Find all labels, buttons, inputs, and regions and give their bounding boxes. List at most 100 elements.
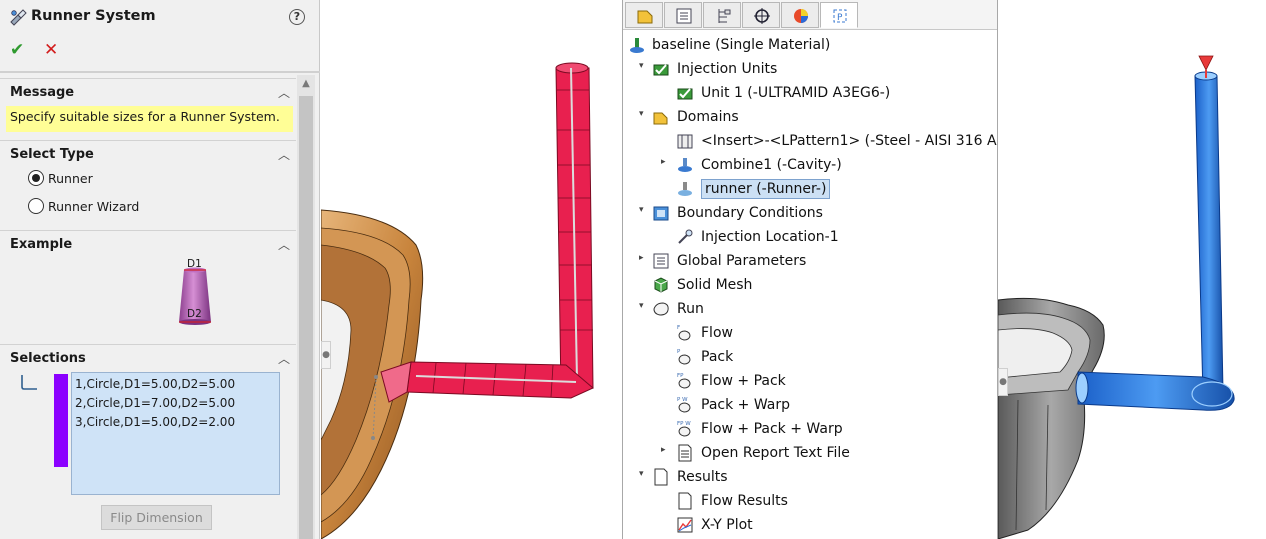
chevron-up-icon[interactable]: ︿ xyxy=(278,84,290,101)
crosshair-icon xyxy=(754,8,770,24)
runner-radio-label[interactable]: Runner xyxy=(48,171,93,186)
example-header[interactable]: Example ︿ xyxy=(0,230,296,256)
run-badge: P W xyxy=(677,397,688,403)
manager-tabs: P xyxy=(623,0,997,30)
ok-button[interactable]: ✔ xyxy=(10,40,24,60)
expand-arrow-icon[interactable]: ▸ xyxy=(661,157,671,167)
tree-node-label: Open Report Text File xyxy=(701,445,850,461)
tree-node-label: Flow + Pack + Warp xyxy=(701,421,843,437)
plastics-tab-icon: P xyxy=(833,9,847,23)
results-icon xyxy=(654,468,668,486)
feature-tree-panel: P baseline (Single Material) ▾ Injection … xyxy=(622,0,998,539)
collapse-arrow-icon[interactable]: ▾ xyxy=(639,109,649,119)
runner-wizard-radio-label[interactable]: Runner Wizard xyxy=(48,199,139,214)
tree-node-label: Boundary Conditions xyxy=(677,205,823,221)
d1-label: D1 xyxy=(187,258,202,270)
tab-dimxpert[interactable] xyxy=(742,2,780,28)
tab-plastics[interactable]: P xyxy=(820,2,858,28)
tab-configuration-manager[interactable] xyxy=(703,2,741,28)
svg-text:P: P xyxy=(837,13,843,23)
chevron-up-icon[interactable]: ︿ xyxy=(278,236,290,253)
left-3d-model xyxy=(321,62,594,539)
run-badge: FP xyxy=(677,373,684,379)
tree-node-label: Solid Mesh xyxy=(677,277,753,293)
tree-node-label: Global Parameters xyxy=(677,253,807,269)
property-manager: Runner System ? ✔ ✕ ▲ Message ︿ Specify … xyxy=(0,0,320,539)
boundary-conditions-icon xyxy=(653,206,669,221)
study-tab-icon xyxy=(637,10,653,24)
tree-node-label: X-Y Plot xyxy=(701,517,753,533)
right-3d-model xyxy=(998,55,1235,539)
cancel-button[interactable]: ✕ xyxy=(44,40,58,60)
insert-icon xyxy=(677,134,693,149)
selections-header[interactable]: Selections ︿ xyxy=(0,344,296,370)
divider xyxy=(0,71,320,73)
flip-dimension-button[interactable]: Flip Dimension xyxy=(101,505,212,530)
injection-units-icon xyxy=(653,64,669,76)
selection-color-swatch[interactable] xyxy=(54,374,68,467)
tree-node-label: Unit 1 (-ULTRAMID A3EG6-) xyxy=(701,85,891,101)
selections-heading: Selections xyxy=(10,351,86,366)
graphics-viewport-right[interactable]: ● xyxy=(998,0,1266,539)
expand-arrow-icon[interactable]: ▸ xyxy=(661,445,671,455)
tab-property-manager[interactable] xyxy=(664,2,702,28)
message-text: Specify suitable sizes for a Runner Syst… xyxy=(6,106,293,132)
tree-node-label: Pack + Warp xyxy=(701,397,790,413)
run-badge: F xyxy=(677,325,680,331)
run-icon xyxy=(653,302,669,316)
collapse-panel-handle[interactable]: ● xyxy=(321,341,331,369)
tree-node-label: Injection Location-1 xyxy=(701,229,839,245)
collapse-arrow-icon[interactable]: ▾ xyxy=(639,301,649,311)
chevron-up-icon[interactable]: ︿ xyxy=(278,146,290,163)
tree-node-label: Flow xyxy=(701,325,733,341)
runner-system-icon xyxy=(10,9,27,26)
collapse-arrow-icon[interactable]: ▾ xyxy=(639,205,649,215)
pack-warp-icon: P W xyxy=(677,397,691,413)
scroll-up-arrow-icon[interactable]: ▲ xyxy=(297,75,315,93)
appearance-icon xyxy=(794,9,808,23)
chevron-up-icon[interactable]: ︿ xyxy=(278,350,290,367)
scrollbar-thumb[interactable] xyxy=(299,96,313,539)
collapse-panel-handle[interactable]: ● xyxy=(998,368,1008,396)
tree-node-label: Flow Results xyxy=(701,493,788,509)
pack-icon: P xyxy=(677,349,691,365)
tree-node-label: Run xyxy=(677,301,704,317)
run-badge: FP W xyxy=(677,421,691,427)
property-manager-tab-icon xyxy=(676,8,692,24)
list-item[interactable]: 1,Circle,D1=5.00,D2=5.00 xyxy=(75,375,276,394)
tree-node-label: Combine1 (-Cavity-) xyxy=(701,157,842,173)
flow-pack-icon: FP xyxy=(677,373,691,389)
property-manager-title: Runner System xyxy=(31,8,156,24)
collapse-arrow-icon[interactable]: ▾ xyxy=(639,469,649,479)
message-group-header[interactable]: Message ︿ xyxy=(0,78,296,104)
d2-label: D2 xyxy=(187,308,202,320)
tab-display-manager[interactable] xyxy=(781,2,819,28)
tree-node-label: Domains xyxy=(677,109,739,125)
configuration-tab-icon xyxy=(718,9,731,23)
cavity-icon xyxy=(678,158,692,172)
runner-icon xyxy=(678,182,692,196)
collapse-arrow-icon[interactable]: ▾ xyxy=(639,61,649,71)
tree-node-label: Results xyxy=(677,469,728,485)
message-heading: Message xyxy=(10,85,75,100)
solid-mesh-icon xyxy=(654,277,668,293)
injection-location-icon xyxy=(678,229,693,244)
example-heading: Example xyxy=(10,237,73,252)
runner-wizard-radio[interactable] xyxy=(28,198,44,214)
select-type-header[interactable]: Select Type ︿ xyxy=(0,140,296,166)
domains-icon xyxy=(653,112,668,125)
list-item[interactable]: 3,Circle,D1=5.00,D2=2.00 xyxy=(75,413,276,432)
selections-list[interactable]: 1,Circle,D1=5.00,D2=5.00 2,Circle,D1=7.0… xyxy=(71,372,280,495)
run-badge: P xyxy=(677,349,681,355)
tab-simulation-study[interactable] xyxy=(625,2,663,28)
list-item[interactable]: 2,Circle,D1=7.00,D2=5.00 xyxy=(75,394,276,413)
flow-results-icon xyxy=(678,492,692,510)
tree-node-label: <Insert>-<LPattern1> (-Steel - AISI 316 … xyxy=(701,133,998,149)
help-icon[interactable]: ? xyxy=(289,9,305,25)
flow-icon: F xyxy=(677,325,691,341)
xy-plot-icon xyxy=(677,517,693,533)
graphics-viewport-left[interactable]: ● xyxy=(321,0,622,539)
expand-arrow-icon[interactable]: ▸ xyxy=(639,253,649,263)
injection-unit-icon xyxy=(677,88,693,100)
runner-radio[interactable] xyxy=(28,170,44,186)
